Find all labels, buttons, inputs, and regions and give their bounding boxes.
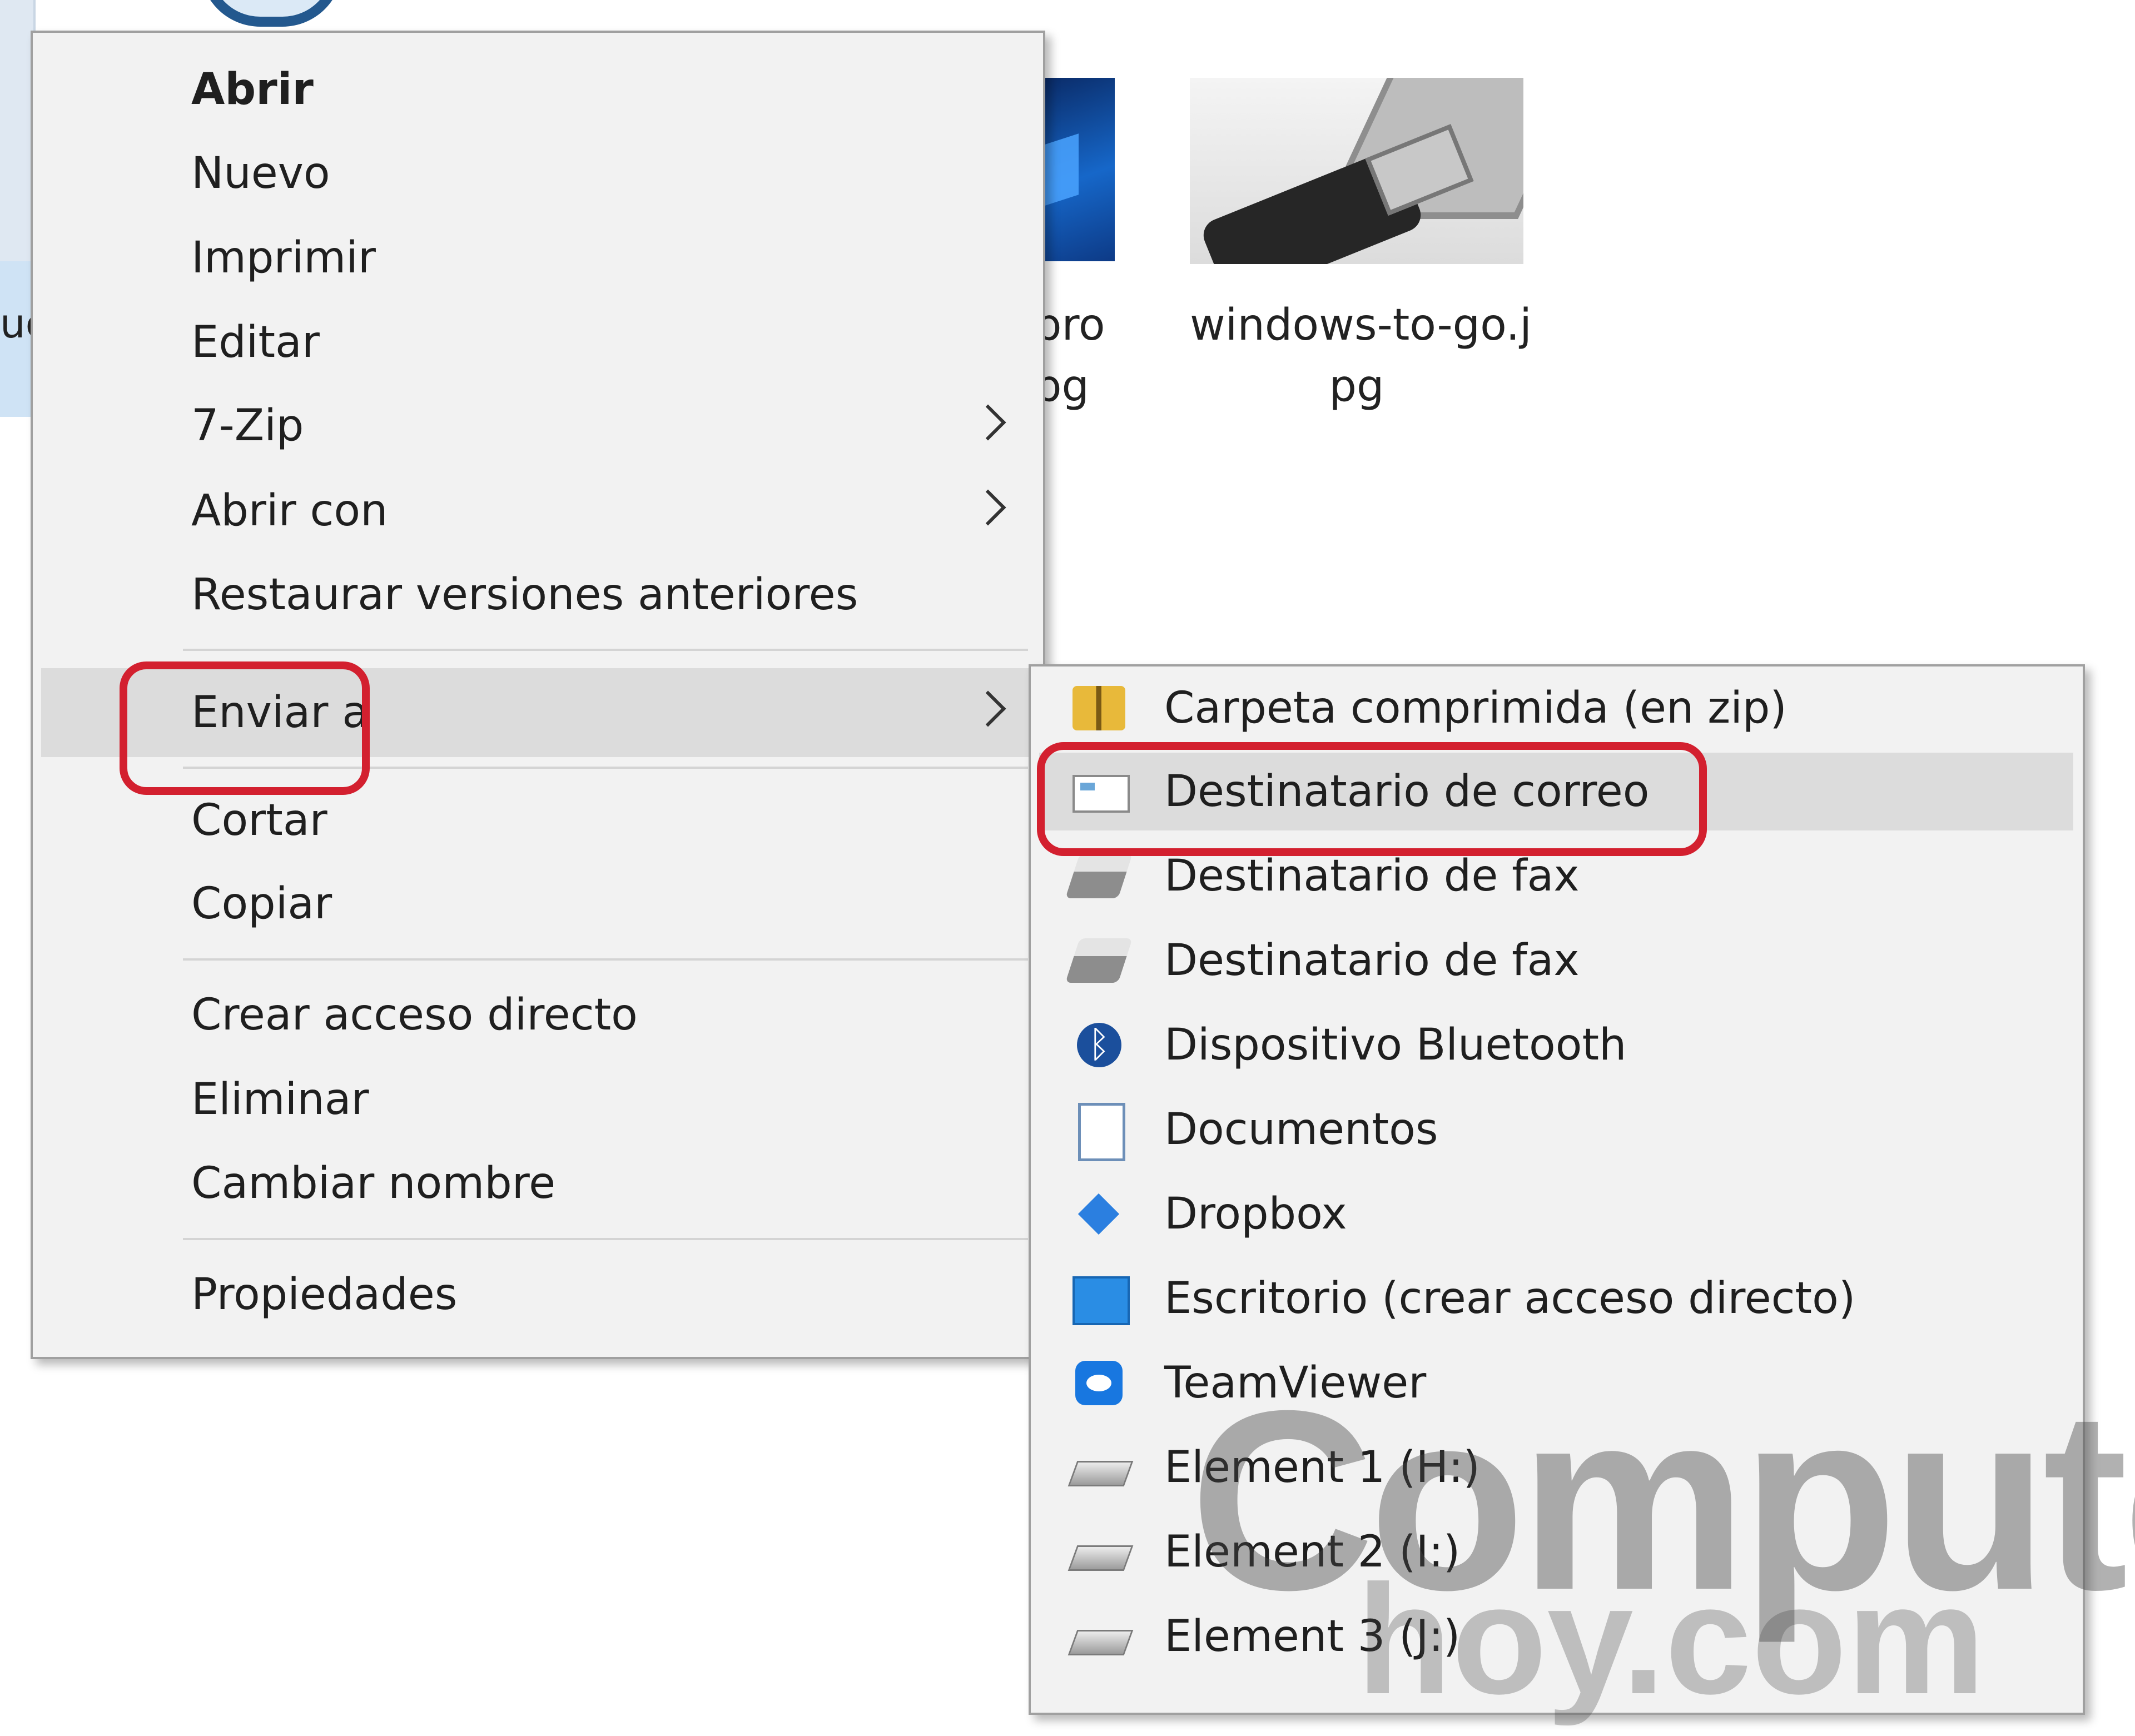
menu-item-abrir-con[interactable]: Abrir con: [41, 474, 1036, 549]
menu-item-crear-acceso-directo[interactable]: Crear acceso directo: [41, 978, 1036, 1053]
menu-item-restaurar-versiones[interactable]: Restaurar versiones anteriores: [41, 558, 1036, 633]
chevron-right-icon: [970, 489, 1006, 526]
drive-icon: [1068, 1461, 1134, 1486]
menu-item-eliminar[interactable]: Eliminar: [41, 1062, 1036, 1137]
menu-item-label: 7-Zip: [191, 401, 304, 451]
chevron-right-icon: [970, 690, 1006, 727]
watermark-hoy-com: hoy.com: [1357, 1553, 1985, 1727]
submenu-item-dropbox[interactable]: Dropbox: [1039, 1175, 2073, 1253]
menu-item-label: Restaurar versiones anteriores: [191, 570, 858, 620]
partial-thumbnail-top[interactable]: [200, 0, 342, 27]
file-thumbnail-windows[interactable]: [1034, 78, 1115, 261]
drive-icon: [1068, 1630, 1134, 1655]
menu-item-cambiar-nombre[interactable]: Cambiar nombre: [41, 1146, 1036, 1221]
menu-item-editar[interactable]: Editar: [41, 305, 1036, 380]
menu-item-label: Abrir con: [191, 486, 388, 536]
menu-item-label: Eliminar: [191, 1075, 369, 1125]
submenu-item-label: Dispositivo Bluetooth: [1164, 1020, 1627, 1070]
menu-separator: [183, 958, 1028, 961]
submenu-item-label: Destinatario de fax: [1164, 936, 1580, 986]
dropbox-icon: [1078, 1193, 1120, 1235]
menu-item-label: Nuevo: [191, 148, 330, 198]
menu-separator: [183, 1238, 1028, 1240]
submenu-item-label: Documentos: [1164, 1105, 1438, 1155]
file-thumbnail-usb[interactable]: [1190, 78, 1523, 264]
menu-item-7zip[interactable]: 7-Zip: [41, 389, 1036, 464]
submenu-item-label: Escritorio (crear acceso directo): [1164, 1274, 1856, 1324]
chevron-right-icon: [970, 404, 1006, 441]
menu-item-label: Imprimir: [191, 233, 376, 283]
submenu-item-destinatario-fax-2[interactable]: Destinatario de fax: [1039, 922, 2073, 999]
submenu-item-escritorio[interactable]: Escritorio (crear acceso directo): [1039, 1260, 2073, 1337]
fax-icon: [1065, 938, 1133, 983]
menu-item-label: Crear acceso directo: [191, 990, 638, 1040]
menu-item-label: Propiedades: [191, 1270, 458, 1320]
menu-item-nuevo[interactable]: Nuevo: [41, 136, 1036, 211]
submenu-item-bluetooth[interactable]: Dispositivo Bluetooth: [1039, 1006, 2073, 1084]
menu-item-abrir[interactable]: Abrir: [41, 52, 1036, 127]
bluetooth-icon: [1077, 1019, 1121, 1070]
desktop-icon: [1073, 1276, 1130, 1325]
drive-icon: [1068, 1545, 1134, 1571]
zip-folder-icon: [1073, 686, 1125, 730]
documents-icon: [1078, 1103, 1125, 1161]
annotation-ring-destinatario-correo: [1037, 742, 1707, 856]
menu-separator: [183, 649, 1028, 651]
menu-item-imprimir[interactable]: Imprimir: [41, 221, 1036, 296]
menu-item-propiedades[interactable]: Propiedades: [41, 1257, 1036, 1332]
menu-item-label: Editar: [191, 317, 320, 367]
teamviewer-icon: [1075, 1361, 1123, 1405]
submenu-item-documentos[interactable]: Documentos: [1039, 1091, 2073, 1168]
menu-item-label: Cambiar nombre: [191, 1158, 556, 1208]
annotation-ring-enviar-a: [120, 661, 370, 795]
file-label-windows: pro pg: [1034, 300, 1105, 411]
file-label-usb: windows-to-go.j pg: [1190, 300, 1532, 411]
submenu-item-carpeta-zip[interactable]: Carpeta comprimida (en zip): [1039, 669, 2073, 747]
submenu-item-label: Carpeta comprimida (en zip): [1164, 683, 1787, 733]
submenu-item-label: Dropbox: [1164, 1189, 1347, 1239]
fax-icon: [1065, 854, 1133, 898]
menu-item-copiar[interactable]: Copiar: [41, 867, 1036, 942]
menu-item-label: Copiar: [191, 879, 332, 929]
menu-item-label: Abrir: [191, 64, 314, 115]
